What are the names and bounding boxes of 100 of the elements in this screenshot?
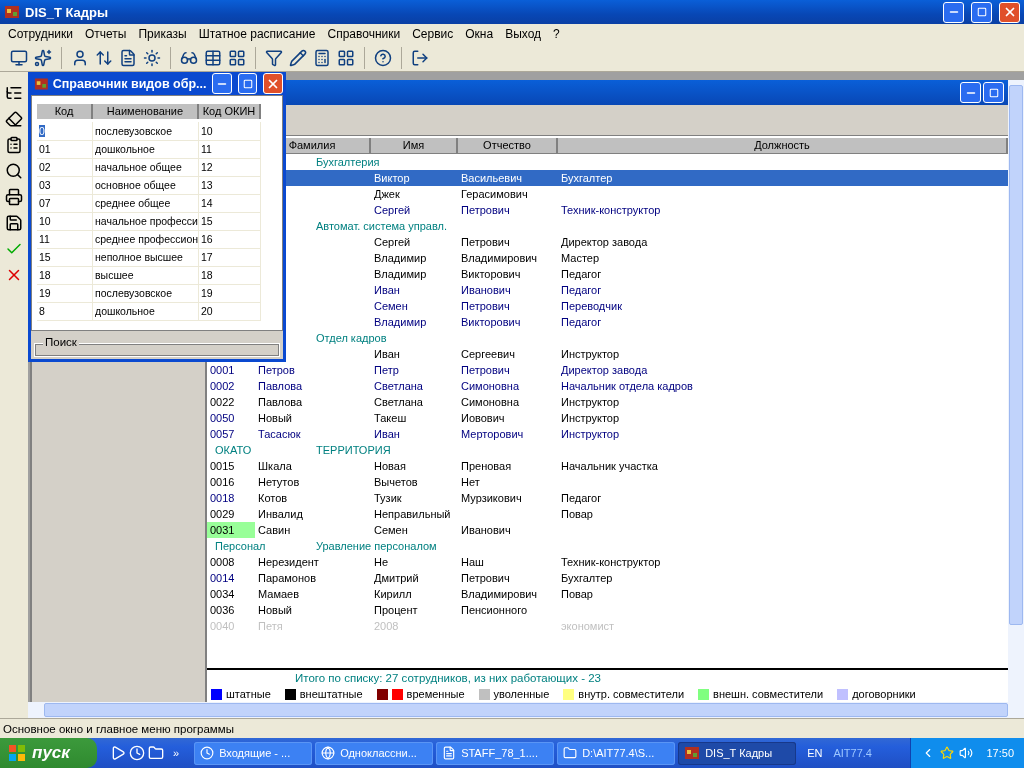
group-code: ОКАТО [214,443,253,458]
more-button[interactable]: » [173,747,180,759]
menu-item[interactable]: Справочники [321,27,407,41]
table-cell-text: Тасасюк [257,427,302,442]
table-cell-text: Процент [373,603,419,618]
table-cell-text: Владимир [373,315,428,330]
column-header[interactable]: Имя [371,138,458,154]
cell-value: 01 [39,143,51,155]
table-cell-text: Бухгалтер [560,571,614,586]
table-cell: 16 [199,230,261,249]
menu-item[interactable]: Отчеты [79,27,133,41]
menu-item[interactable]: Выход [499,27,548,41]
table-cell-text: Иванович [460,283,512,298]
table-cell-text: Светлана [373,379,424,394]
taskbar-button[interactable]: DIS_T Кадры [678,741,797,765]
column-header[interactable]: Код [37,104,93,119]
table-cell-text: Нет [460,475,481,490]
menu-item[interactable]: ? [547,27,566,41]
table-cell-text: Петр [373,363,400,378]
table-cell-text: 0016 [209,475,236,490]
table-cell: 20 [199,302,261,321]
table-cell-text: Владимирович [460,587,539,602]
table-cell: 10 [199,122,261,141]
table-cell: 13 [199,176,261,195]
group-title: Уравление персоналом [316,539,438,554]
group-title: ТЕРРИТОРИЯ [316,443,392,458]
table-cell-text: Повар [560,507,594,522]
group-title: Автомат. система управл. [316,219,448,234]
table-cell-text: 0014 [209,571,236,586]
table-cell-text: 0015 [209,459,236,474]
table-cell-text: Инвалид [257,507,304,522]
table-cell-text: 0050 [209,411,236,426]
table-cell-text: Новый [257,411,293,426]
language-indicator[interactable]: EN [807,747,823,759]
cell-value: 0 [39,125,45,137]
table-cell-text: Наш [460,555,485,570]
table-cell-text: Петрович [460,299,511,314]
table-cell: 14 [199,194,261,213]
table-cell: среднее профессион [93,230,199,249]
table-cell-text: Иван [373,347,401,362]
table-cell: Васильевич [458,170,558,186]
table-cell-text: Иван [373,283,401,298]
table-cell-text: 0029 [209,507,236,522]
table-cell-text: 0036 [209,603,236,618]
taskbar-button[interactable]: Одноклассни... [315,741,434,765]
table-cell: неполное высшее [93,248,199,267]
table-cell-text: Вычетов [373,475,419,490]
column-header[interactable]: Наименование [93,104,199,119]
menu-item[interactable]: Сервис [406,27,460,41]
table-cell-text: Повар [560,587,594,602]
table-cell-text: Петрович [460,363,511,378]
table-cell-text: экономист [560,619,616,634]
taskbar-button[interactable]: D:\AIT77.4\S... [557,741,676,765]
table-cell-text: Инструктор [560,347,621,362]
table-cell-text: Иовович [460,411,506,426]
table-cell: 18 [199,266,261,285]
table-cell-text: Инструктор [560,427,621,442]
table-cell-text: Мамаев [257,587,301,602]
table-cell-text: Парамонов [257,571,317,586]
table-cell-text: Павлова [257,395,304,410]
cell-value: 8 [39,305,45,317]
column-header[interactable]: Должность [558,138,1008,154]
table-cell-text: Пенсионного [460,603,529,618]
column-header[interactable]: Код ОКИН [199,104,261,119]
menu-item[interactable]: Штатное расписание [192,27,322,41]
table-cell: дошкольное [93,302,199,321]
table-cell: послевузовское [93,122,199,141]
table-cell: начальное професси [93,212,199,231]
table-cell-text: Не [373,555,390,570]
legend-label: внутр. совместители [578,688,685,700]
taskbar-button[interactable]: STAFF_78_1.... [436,741,555,765]
group-code: Персонал [214,539,267,554]
table-cell: высшее [93,266,199,285]
table-cell-text: Викторович [460,315,522,330]
menu-item[interactable]: Окна [459,27,500,41]
table-cell-text: Неправильный [373,507,452,522]
table-cell: 11 [199,140,261,159]
start-button[interactable]: пуск [0,738,97,768]
table-cell-text: 0001 [209,363,236,378]
table-cell-text: Кирилл [373,587,413,602]
table-cell-text: 0040 [209,619,236,634]
cell-value: 18 [39,269,51,281]
table-cell-text: 0057 [209,427,236,442]
cell-value: 11 [39,233,50,245]
table-cell: среднее общее [93,194,199,213]
table-cell-text: Владимирович [460,251,539,266]
total-summary: Итого по списку: 27 сотрудников, из них работающих - 23 [207,668,1008,686]
taskbar-button[interactable]: Входящие - ... [194,741,313,765]
table-cell-text: Сергей [373,203,412,218]
table-cell-text: Такеш [373,411,408,426]
table-cell-text: Петрович [460,571,511,586]
column-header[interactable]: Отчество [458,138,558,154]
table-cell-text: 0018 [209,491,236,506]
table-cell-text: Шкала [257,459,293,474]
menu-item[interactable]: Приказы [132,27,193,41]
table-cell-text: Дмитрий [373,571,420,586]
table-cell-text: Новая [373,459,407,474]
table-cell-text: Павлова [257,379,304,394]
menu-item[interactable]: Сотрудники [2,27,79,41]
table-cell: 17 [199,248,261,267]
